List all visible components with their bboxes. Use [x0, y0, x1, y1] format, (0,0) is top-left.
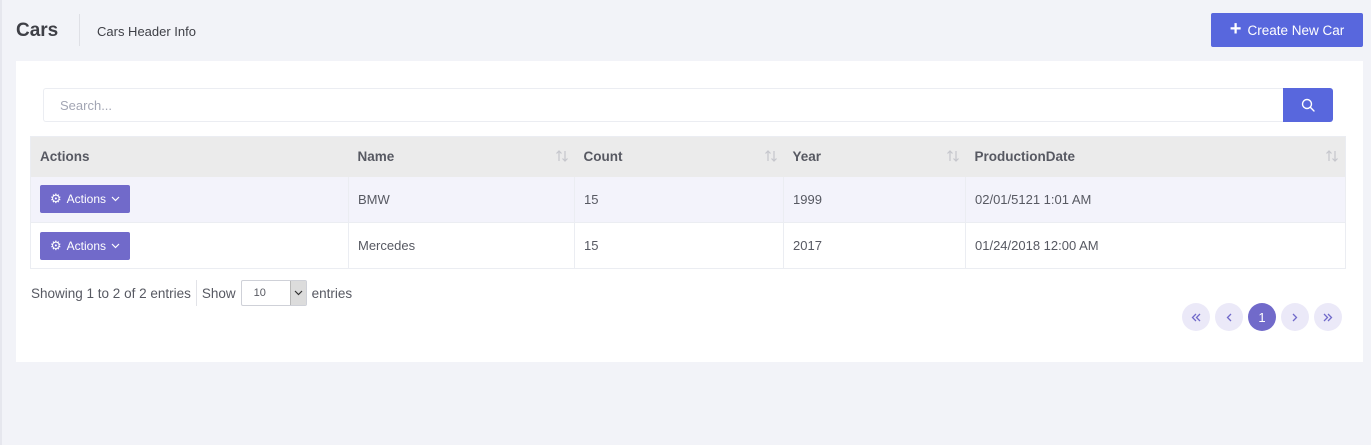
- table-row: ⚙ Actions BMW 15 1999 02/01/5121 1:01 AM: [30, 176, 1346, 223]
- sort-icon: [764, 150, 777, 162]
- cell-production-date: 02/01/5121 1:01 AM: [965, 176, 1346, 223]
- actions-label: Actions: [66, 192, 107, 207]
- actions-cell: ⚙ Actions: [30, 222, 349, 269]
- double-chevron-left-icon: [1191, 313, 1201, 321]
- last-page-button[interactable]: [1314, 303, 1342, 331]
- cars-portlet: Actions Name Count Year ProductionDa: [16, 61, 1363, 362]
- cell-year: 1999: [783, 176, 966, 223]
- column-header-count[interactable]: Count: [574, 136, 784, 177]
- column-header-production-date-label: ProductionDate: [974, 149, 1076, 165]
- search-bar: [43, 88, 1334, 122]
- row-actions-button[interactable]: ⚙ Actions: [40, 185, 131, 214]
- title-separator: [79, 14, 80, 46]
- row-actions-button[interactable]: ⚙ Actions: [40, 231, 131, 260]
- chevron-right-icon: [1292, 313, 1298, 321]
- column-header-name[interactable]: Name: [348, 136, 575, 177]
- column-header-name-label: Name: [357, 149, 395, 165]
- cell-name: Mercedes: [348, 222, 575, 269]
- page: Cars Cars Header Info + Create New Car A…: [0, 0, 1371, 445]
- page-title: Cars: [16, 20, 59, 41]
- show-label: Show: [201, 285, 236, 301]
- pagination: 1: [1182, 303, 1342, 331]
- sort-icon: [1326, 150, 1338, 162]
- entries-info: Showing 1 to 2 of 2 entries: [31, 285, 191, 301]
- create-new-car-button[interactable]: + Create New Car: [1211, 13, 1363, 47]
- page-size-value: 10: [253, 287, 266, 299]
- cell-count: 15: [574, 222, 784, 269]
- subheader: Cars Cars Header Info + Create New Car: [2, 0, 1371, 61]
- column-header-year-label: Year: [792, 149, 822, 165]
- search-icon: [1301, 98, 1315, 112]
- cell-name: BMW: [348, 176, 575, 223]
- table-header-row: Actions Name Count Year ProductionDate: [30, 136, 1346, 177]
- search-input[interactable]: [43, 88, 1284, 122]
- column-header-production-date[interactable]: ProductionDate: [965, 136, 1346, 177]
- gear-icon: ⚙: [50, 237, 62, 253]
- cell-production-date: 01/24/2018 12:00 AM: [965, 222, 1346, 269]
- sort-icon: [555, 150, 568, 162]
- info-divider: [195, 280, 197, 306]
- chevron-left-icon: [1226, 313, 1232, 321]
- first-page-button[interactable]: [1182, 303, 1210, 331]
- cell-year: 2017: [783, 222, 966, 269]
- dropdown-button[interactable]: [289, 281, 306, 305]
- gear-icon: ⚙: [50, 191, 62, 207]
- table-row: ⚙ Actions Mercedes 15 2017 01/24/2018 12…: [30, 222, 1346, 269]
- page-size-select[interactable]: 10: [240, 280, 307, 306]
- chevron-down-icon: [111, 243, 120, 248]
- prev-page-button[interactable]: [1215, 303, 1243, 331]
- sort-icon: [946, 150, 959, 162]
- entries-label: entries: [311, 285, 353, 301]
- cell-count: 15: [574, 176, 784, 223]
- page-button-current[interactable]: 1: [1248, 303, 1276, 331]
- chevron-down-icon: [111, 196, 120, 202]
- plus-icon: +: [1229, 18, 1242, 40]
- page-description: Cars Header Info: [97, 24, 196, 39]
- cars-table: Actions Name Count Year ProductionDate ⚙…: [30, 136, 1346, 269]
- table-info: Showing 1 to 2 of 2 entries Show 10 entr…: [31, 280, 352, 306]
- actions-cell: ⚙ Actions: [30, 176, 349, 223]
- search-button[interactable]: [1283, 88, 1333, 122]
- column-header-actions: Actions: [30, 136, 349, 177]
- chevron-down-icon: [294, 290, 303, 296]
- create-button-label: Create New Car: [1247, 22, 1345, 38]
- double-chevron-right-icon: [1323, 313, 1333, 321]
- column-header-count-label: Count: [583, 149, 623, 165]
- next-page-button[interactable]: [1281, 303, 1309, 331]
- actions-label: Actions: [66, 238, 107, 253]
- column-header-year[interactable]: Year: [783, 136, 966, 177]
